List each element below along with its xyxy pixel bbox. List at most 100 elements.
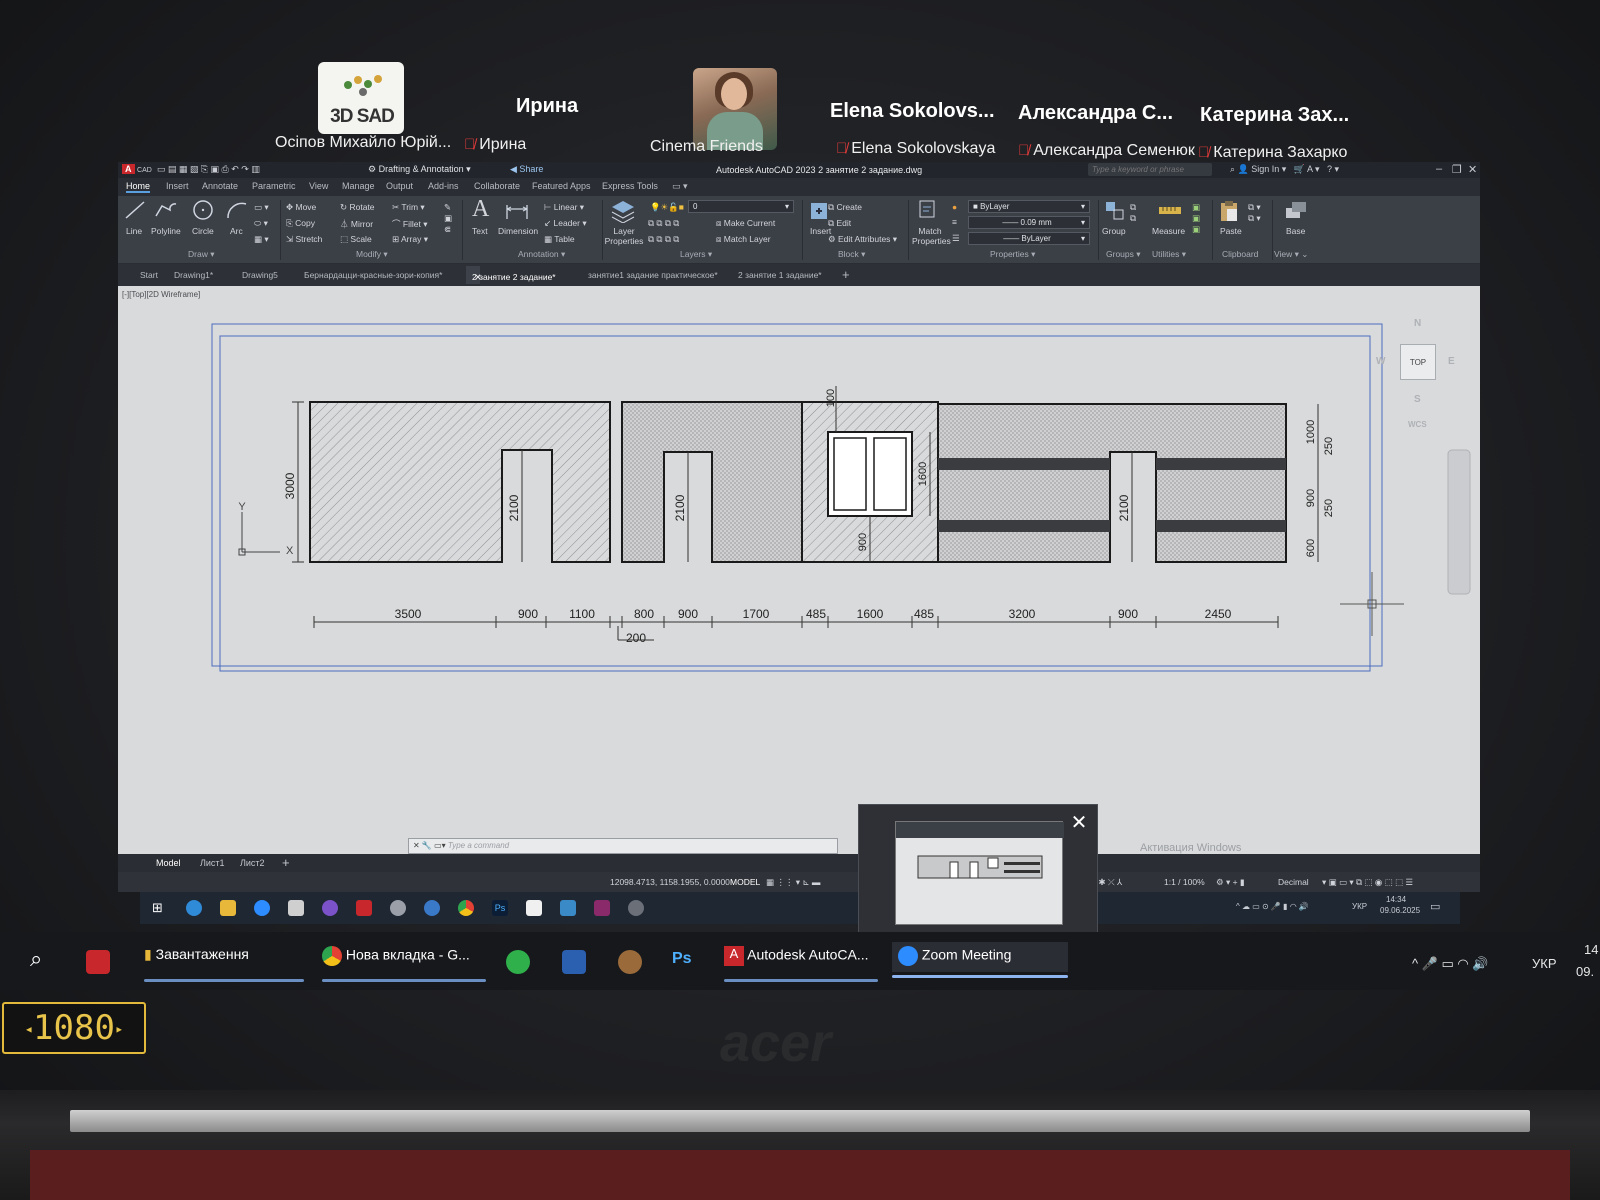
tab-annotate[interactable]: Annotate [202, 181, 238, 191]
linetype-dropdown[interactable]: —— ByLayer ▾ [968, 232, 1090, 245]
close-thumbnail-button[interactable]: ✕ [1065, 809, 1093, 837]
tab-express-tools[interactable]: Express Tools [602, 181, 658, 191]
stretch-button[interactable]: ⇲ Stretch [286, 234, 322, 245]
dimension-button[interactable]: Dimension [498, 226, 538, 236]
rotate-button[interactable]: ↻ Rotate [340, 202, 375, 213]
circle-button[interactable]: Circle [192, 226, 214, 236]
properties-panel-label[interactable]: Properties ▾ [990, 249, 1035, 260]
tab-addins[interactable]: Add-ins [428, 181, 459, 191]
fillet-button[interactable]: ⌒ Fillet ▾ [392, 218, 427, 230]
line-button[interactable]: Line [126, 226, 142, 236]
tab-manage[interactable]: Manage [342, 181, 375, 191]
doc-tab-lesson1-practical[interactable]: занятие1 задание практическое* [588, 270, 718, 280]
tab-output[interactable]: Output [386, 181, 413, 191]
tab-collaborate[interactable]: Collaborate [474, 181, 520, 191]
store-icon[interactable] [288, 900, 304, 916]
units-readout[interactable]: Decimal [1278, 877, 1309, 887]
app-icon-3[interactable] [560, 900, 576, 916]
layer-dropdown[interactable]: 0 ▾ [688, 200, 794, 213]
modify-panel-label[interactable]: Modify ▾ [356, 249, 388, 260]
insert-block-icon[interactable] [808, 200, 830, 222]
create-block-button[interactable]: ⧉ Create [828, 202, 862, 213]
sign-in-button[interactable]: ⌕ 👤 Sign In ▾ 🛒 A ▾ ? ▾ [1230, 164, 1339, 175]
command-line-icons[interactable]: ✕ 🔧 ▭▾ [413, 841, 448, 850]
color-dropdown[interactable]: ■ ByLayer ▾ [968, 200, 1090, 213]
draw-panel-label[interactable]: Draw ▾ [188, 249, 214, 260]
app-icon-2[interactable] [424, 900, 440, 916]
viewcube-south[interactable]: S [1414, 394, 1421, 405]
layer-tools-row1[interactable]: ⧉ ⧉ ⧉ ⧉ [648, 218, 679, 229]
add-layout-icon[interactable]: + [282, 855, 290, 870]
draw-small-tools-2[interactable]: ⬭ ▾ [254, 218, 268, 229]
tab-parametric[interactable]: Parametric [252, 181, 296, 191]
layout-tab-sheet2[interactable]: Лист2 [240, 858, 265, 868]
remote-tray-lang[interactable]: УКР [1352, 902, 1367, 911]
minimize-button[interactable]: – [1436, 163, 1442, 175]
doc-tab-bernardacci[interactable]: Бернардацци-красные-зори-копия* [304, 270, 442, 280]
lineweight-dropdown[interactable]: —— 0.09 mm ▾ [968, 216, 1090, 229]
layers-panel-label[interactable]: Layers ▾ [680, 249, 712, 260]
qa-icons[interactable]: ▭ ▤ ▦ ▧ ⎘ ▣ ⎙ ↶ ↷ ▥ [154, 164, 260, 174]
layout-tab-model[interactable]: Model [156, 858, 181, 868]
mirror-button[interactable]: ⏃ Mirror [340, 218, 373, 230]
group-button[interactable]: Group [1102, 226, 1126, 236]
taskbar-chrome[interactable]: Нова вкладка - G... [322, 946, 486, 982]
doc-tab-drawing1[interactable]: Drawing1* [174, 270, 213, 280]
edge-icon[interactable] [186, 900, 202, 916]
quick-access-toolbar[interactable]: A CAD ▭ ▤ ▦ ▧ ⎘ ▣ ⎙ ↶ ↷ ▥ [122, 164, 260, 175]
app-icon-4[interactable] [628, 900, 644, 916]
clipboard-panel-label[interactable]: Clipboard [1222, 249, 1258, 259]
drawing-canvas[interactable]: [-][Top][2D Wireframe] 3000 2100 2100 21… [118, 286, 1480, 854]
autocad-app-icon[interactable]: A [122, 164, 135, 174]
table-button[interactable]: ▦ Table [544, 234, 575, 245]
linear-button[interactable]: ⊢ Linear ▾ [544, 202, 584, 213]
copy-button[interactable]: ⎘ Copy [286, 218, 315, 229]
navigation-bar[interactable] [1447, 449, 1471, 595]
file-explorer-icon[interactable] [220, 900, 236, 916]
measure-icon[interactable] [1158, 204, 1182, 218]
status-toggles-left[interactable]: ▦ ⋮⋮ ▾ ⊾ ▬ [766, 877, 820, 888]
ribbon-options-icon[interactable]: ▭ ▾ [672, 181, 688, 192]
help-search-input[interactable] [1088, 163, 1212, 176]
arc-icon[interactable] [226, 200, 248, 220]
viewcube-north[interactable]: N [1414, 318, 1421, 329]
file-icon[interactable] [526, 900, 542, 916]
paste-button[interactable]: Paste [1220, 226, 1242, 236]
status-tools-2[interactable]: ▾ ▣ ▭ ▾ ⧉ ⬚ ◉ ⬚ ⬚ ☰ [1322, 877, 1413, 888]
tray-lang[interactable]: УКР [1532, 956, 1557, 971]
app-icon-1[interactable] [390, 900, 406, 916]
status-tools[interactable]: ⚙ ▾ + ▮ [1216, 877, 1245, 888]
tab-insert[interactable]: Insert [166, 181, 189, 191]
circle-icon[interactable] [192, 199, 214, 221]
layer-properties-icon[interactable] [610, 199, 636, 223]
tab-featured-apps[interactable]: Featured Apps [532, 181, 591, 191]
zoom-app-icon[interactable] [254, 900, 270, 916]
photoshop-icon[interactable]: Ps [492, 900, 508, 916]
notification-icon[interactable]: ▭ [1430, 900, 1440, 913]
viewcube-east[interactable]: E [1448, 356, 1455, 367]
draw-small-tools[interactable]: ▭ ▾ [254, 202, 269, 213]
doc-tab-start[interactable]: Start [140, 270, 158, 280]
model-space-toggle[interactable]: MODEL [730, 877, 760, 887]
chrome-taskbar-icon[interactable] [458, 900, 474, 916]
autocad-taskbar-icon[interactable] [356, 900, 372, 916]
zoom-taskbar-thumbnail[interactable]: ✕ [858, 804, 1098, 934]
new-tab-icon[interactable]: + [842, 267, 850, 282]
viewcube-west[interactable]: W [1376, 356, 1385, 367]
base-button[interactable]: Base [1286, 226, 1305, 236]
autocad-pinned-icon[interactable] [86, 950, 110, 974]
close-tab-icon[interactable]: ✕ [474, 272, 481, 283]
clipboard-tools[interactable]: ⧉ ▾ ⧉ ▾ [1248, 202, 1261, 224]
tab-view[interactable]: View [309, 181, 328, 191]
wcs-menu[interactable]: WCS [1408, 420, 1427, 429]
command-line[interactable]: ✕ 🔧 ▭▾ Type a command [408, 838, 838, 854]
text-icon[interactable]: A [472, 196, 489, 223]
match-properties-button[interactable]: Match Properties [912, 226, 951, 246]
app-flame-icon[interactable] [618, 950, 642, 974]
utility-tools[interactable]: ▣ ▣ ▣ [1192, 202, 1200, 235]
doc-tab-lesson2-task1[interactable]: 2 занятие 1 задание* [738, 270, 822, 280]
share-button[interactable]: ◀ Share [510, 164, 543, 175]
taskbar-downloads[interactable]: ▮ Завантаження [144, 946, 304, 982]
match-properties-icon[interactable] [918, 199, 938, 221]
layout-tab-sheet1[interactable]: Лист1 [200, 858, 225, 868]
